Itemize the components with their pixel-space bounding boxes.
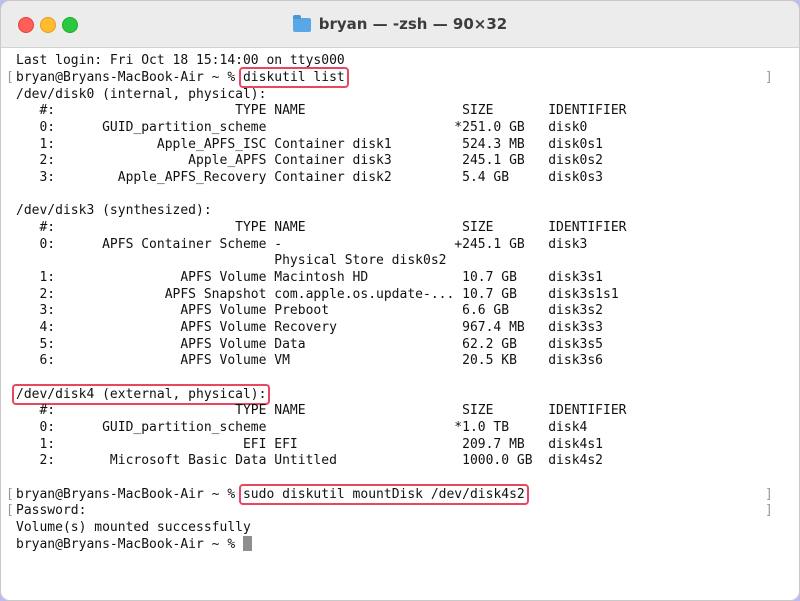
mark-bracket: ]: [765, 503, 773, 518]
table-row: 3: APFS Volume Preboot 6.6 GB disk3s2: [16, 303, 603, 318]
password-line: Password:: [16, 503, 87, 518]
mark-bracket: [: [6, 70, 14, 85]
table-header: #: TYPE NAME SIZE IDENTIFIER: [16, 220, 627, 235]
table-header: #: TYPE NAME SIZE IDENTIFIER: [16, 103, 627, 118]
table-row: 0: GUID_partition_scheme *251.0 GB disk0: [16, 120, 588, 135]
command-mount-disk: sudo diskutil mountDisk /dev/disk4s2: [238, 484, 529, 505]
mark-bracket: ]: [765, 487, 773, 502]
window-title: bryan — -zsh — 90×32: [1, 1, 799, 47]
table-row: 1: Apple_APFS_ISC Container disk1 524.3 …: [16, 137, 603, 152]
table-header: #: TYPE NAME SIZE IDENTIFIER: [16, 403, 627, 418]
table-row: 2: APFS Snapshot com.apple.os.update-...…: [16, 287, 619, 302]
table-row: 5: APFS Volume Data 62.2 GB disk3s5: [16, 337, 603, 352]
table-row: 1: EFI EFI 209.7 MB disk4s1: [16, 437, 603, 452]
prompt-line: bryan@Bryans-MacBook-Air ~ % sudo diskut…: [16, 484, 529, 505]
table-row: 2: Microsoft Basic Data Untitled 1000.0 …: [16, 453, 603, 468]
prompt: bryan@Bryans-MacBook-Air ~ %: [16, 487, 243, 502]
prompt-line: bryan@Bryans-MacBook-Air ~ % diskutil li…: [16, 67, 349, 88]
table-row: Physical Store disk0s2: [16, 253, 447, 268]
terminal-output[interactable]: Last login: Fri Oct 18 15:14:00 on ttys0…: [1, 48, 799, 600]
result-line: Volume(s) mounted successfully: [16, 520, 251, 535]
command-diskutil-list: diskutil list: [238, 67, 349, 88]
table-row: 2: Apple_APFS Container disk3 245.1 GB d…: [16, 153, 603, 168]
table-row: 1: APFS Volume Macintosh HD 10.7 GB disk…: [16, 270, 603, 285]
terminal-line: /dev/disk0 (internal, physical):: [16, 87, 267, 102]
mark-bracket: ]: [765, 70, 773, 85]
prompt: bryan@Bryans-MacBook-Air ~ %: [16, 537, 243, 552]
mark-bracket: [: [6, 503, 14, 518]
disk4-line: /dev/disk4 (external, physical):: [12, 384, 271, 405]
prompt: bryan@Bryans-MacBook-Air ~ %: [16, 70, 243, 85]
terminal-line: /dev/disk3 (synthesized):: [16, 203, 212, 218]
cursor: [242, 536, 252, 551]
table-row: 4: APFS Volume Recovery 967.4 MB disk3s3: [16, 320, 603, 335]
table-row: 0: APFS Container Scheme - +245.1 GB dis…: [16, 237, 588, 252]
mark-bracket: [: [6, 487, 14, 502]
table-row: 3: Apple_APFS_Recovery Container disk2 5…: [16, 170, 603, 185]
prompt-line: bryan@Bryans-MacBook-Air ~ %: [16, 536, 252, 553]
table-row: 6: APFS Volume VM 20.5 KB disk3s6: [16, 353, 603, 368]
window-title-text: bryan — -zsh — 90×32: [318, 15, 508, 33]
terminal-window: bryan — -zsh — 90×32 Last login: Fri Oct…: [0, 0, 800, 601]
title-bar[interactable]: bryan — -zsh — 90×32: [1, 1, 799, 48]
table-row: 0: GUID_partition_scheme *1.0 TB disk4: [16, 420, 588, 435]
folder-icon: [292, 15, 311, 32]
